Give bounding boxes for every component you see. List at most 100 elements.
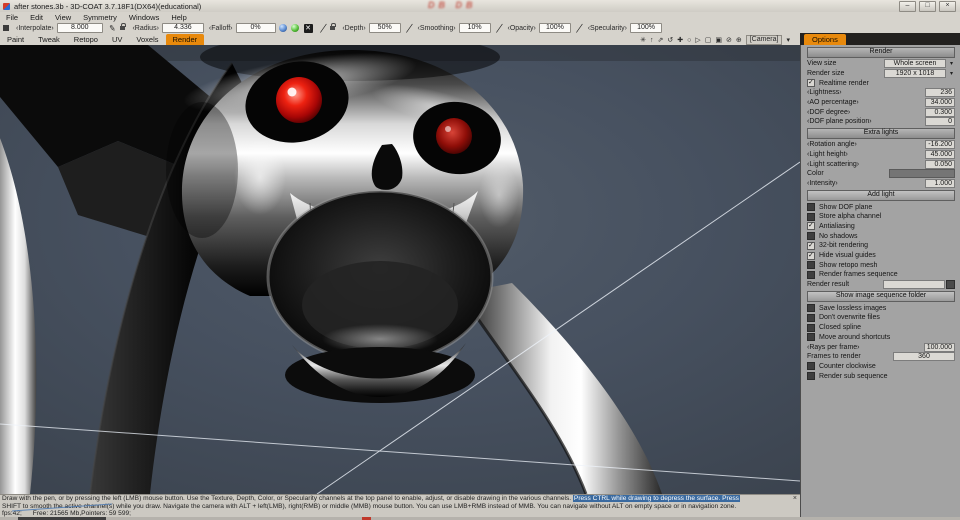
- specularity-input[interactable]: 100%: [630, 23, 663, 33]
- up-axis-icon[interactable]: ↑: [650, 37, 654, 44]
- specularity-pen-icon[interactable]: ╱: [576, 23, 582, 33]
- realtime-render-label[interactable]: Realtime render: [819, 80, 955, 87]
- tab-voxels[interactable]: Voxels: [129, 34, 165, 45]
- store-alpha-checkbox[interactable]: [807, 212, 815, 221]
- hide-visual-guides-label[interactable]: Hide visual guides: [819, 252, 955, 259]
- frame-icon[interactable]: ▢: [705, 36, 712, 44]
- antialiasing-checkbox[interactable]: [807, 221, 815, 231]
- scale-icon[interactable]: ⇗: [657, 36, 663, 44]
- realtime-render-checkbox[interactable]: [807, 78, 815, 88]
- rays-per-frame-input[interactable]: 100.000: [923, 342, 955, 352]
- dont-overwrite-label[interactable]: Don't overwrite files: [819, 314, 955, 321]
- no-shadows-label[interactable]: No shadows: [819, 233, 955, 240]
- lock-icon[interactable]: [120, 23, 126, 30]
- light-height-input[interactable]: 45.000: [925, 149, 955, 159]
- show-dof-plane-checkbox[interactable]: [807, 203, 815, 212]
- maximize-button[interactable]: □: [919, 1, 936, 12]
- closed-spline-label[interactable]: Closed spline: [819, 324, 955, 331]
- color-swatch[interactable]: [889, 169, 955, 179]
- radius-input[interactable]: 4.336: [161, 23, 204, 33]
- sphere-green-icon[interactable]: [290, 24, 299, 32]
- render-size-dropdown[interactable]: 1920 x 1018: [884, 69, 946, 79]
- tab-options[interactable]: Options: [804, 34, 846, 45]
- light-scattering-input[interactable]: 0.050: [925, 159, 955, 169]
- show-retopo-mesh-checkbox[interactable]: [807, 261, 815, 270]
- opacity-input[interactable]: 100%: [538, 23, 571, 33]
- tab-uv[interactable]: UV: [105, 34, 129, 45]
- dont-overwrite-checkbox[interactable]: [807, 313, 815, 322]
- clear-x-icon[interactable]: ✕: [303, 23, 313, 33]
- counter-clockwise-label[interactable]: Counter clockwise: [819, 363, 955, 370]
- menu-file[interactable]: File: [0, 13, 24, 22]
- depth-lock-icon[interactable]: [330, 23, 336, 30]
- menu-edit[interactable]: Edit: [24, 13, 49, 22]
- menu-windows[interactable]: Windows: [123, 13, 165, 22]
- render-frames-sequence-checkbox[interactable]: [807, 270, 815, 279]
- lightness-input[interactable]: 236: [925, 88, 955, 98]
- save-lossless-label[interactable]: Save lossless images: [819, 305, 955, 312]
- minimize-button[interactable]: –: [899, 1, 916, 12]
- dismiss-hint-icon[interactable]: ×: [793, 495, 797, 502]
- tab-render[interactable]: Render: [165, 34, 205, 45]
- save-lossless-checkbox[interactable]: [807, 304, 815, 313]
- chevron-down-icon[interactable]: ▾: [948, 70, 955, 77]
- camera-dropdown-arrow[interactable]: ▾: [786, 36, 790, 44]
- frames-to-render-input[interactable]: 360: [893, 352, 955, 362]
- smoothing-pen-icon[interactable]: ╱: [406, 23, 412, 33]
- dof-plane-input[interactable]: 0: [925, 117, 955, 127]
- brush-shape-icon[interactable]: [3, 25, 9, 31]
- counter-clockwise-checkbox[interactable]: [807, 362, 815, 371]
- close-button[interactable]: ×: [939, 1, 956, 12]
- ao-percentage-input[interactable]: 34.000: [925, 98, 955, 108]
- depth-input[interactable]: 50%: [368, 23, 401, 33]
- view-size-dropdown[interactable]: Whole screen: [884, 59, 946, 69]
- falloff-input[interactable]: 0%: [235, 23, 276, 33]
- add-light-button[interactable]: Add light: [807, 189, 955, 201]
- render-result-input[interactable]: [883, 280, 945, 290]
- move-around-shortcuts-checkbox[interactable]: [807, 333, 815, 342]
- move-icon[interactable]: ✚: [677, 36, 683, 44]
- dof-degree-input[interactable]: 0.300: [925, 107, 955, 117]
- zoom-icon[interactable]: ○: [687, 37, 691, 44]
- target-icon[interactable]: ⊕: [736, 36, 742, 44]
- menu-help[interactable]: Help: [165, 13, 192, 22]
- menu-symmetry[interactable]: Symmetry: [77, 13, 123, 22]
- tab-paint[interactable]: Paint: [0, 34, 31, 45]
- no-shadows-checkbox[interactable]: [807, 232, 815, 241]
- show-image-sequence-folder-button[interactable]: Show image sequence folder: [807, 290, 955, 302]
- camera-dropdown[interactable]: [Camera]: [745, 35, 783, 45]
- opacity-pen-icon[interactable]: ╱: [496, 23, 502, 33]
- render-frames-sequence-label[interactable]: Render frames sequence: [819, 271, 955, 278]
- viewport-canvas[interactable]: [0, 45, 800, 494]
- sphere-blue-icon[interactable]: [278, 24, 287, 32]
- antialiasing-label[interactable]: Antialiasing: [819, 223, 955, 230]
- rotation-angle-input[interactable]: -16.200: [925, 140, 955, 150]
- frame-all-icon[interactable]: ▣: [715, 36, 722, 44]
- chevron-down-icon[interactable]: ▾: [948, 60, 955, 67]
- tab-tweak[interactable]: Tweak: [31, 34, 67, 45]
- show-dof-plane-label[interactable]: Show DOF plane: [819, 204, 955, 211]
- closed-spline-checkbox[interactable]: [807, 323, 815, 332]
- hide-visual-guides-checkbox[interactable]: [807, 251, 815, 260]
- interpolate-input[interactable]: 8.000: [56, 23, 103, 33]
- render-sub-sequence-label[interactable]: Render sub sequence: [819, 373, 955, 380]
- depth-pen-icon[interactable]: ╱: [320, 23, 326, 33]
- render-sub-sequence-checkbox[interactable]: [807, 372, 815, 381]
- light-icon[interactable]: ✳: [640, 36, 646, 44]
- store-alpha-label[interactable]: Store alpha channel: [819, 213, 955, 220]
- intensity-input[interactable]: 1.000: [925, 178, 955, 188]
- rotate-icon[interactable]: ↺: [667, 36, 673, 44]
- tab-retopo[interactable]: Retopo: [67, 34, 105, 45]
- brush-icon[interactable]: ✎: [108, 23, 116, 33]
- 32bit-rendering-label[interactable]: 32-bit rendering: [819, 242, 955, 249]
- menu-view[interactable]: View: [49, 13, 77, 22]
- browse-button[interactable]: [946, 280, 955, 290]
- 32bit-rendering-checkbox[interactable]: [807, 241, 815, 250]
- play-icon[interactable]: ▷: [695, 36, 700, 44]
- show-dof-plane-row: Show DOF plane: [801, 202, 960, 212]
- no-snap-icon[interactable]: ⊘: [726, 36, 732, 44]
- smoothing-input[interactable]: 10%: [458, 23, 491, 33]
- show-retopo-mesh-label[interactable]: Show retopo mesh: [819, 262, 955, 269]
- light-height-row: ‹Light height› 45.000: [801, 149, 960, 160]
- move-around-shortcuts-label[interactable]: Move around shortcuts: [819, 334, 955, 341]
